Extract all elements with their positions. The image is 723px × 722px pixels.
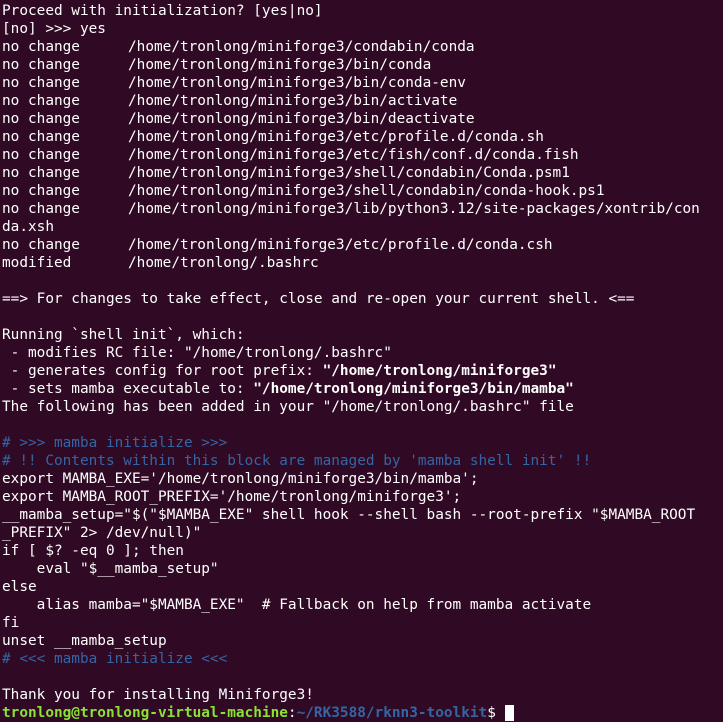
- added-notice: The following has been added in your "/h…: [2, 399, 574, 415]
- file-change-row: no change/home/tronlong/miniforge3/etc/p…: [2, 128, 723, 146]
- file-change-path: /home/tronlong/miniforge3/etc/fish/conf.…: [128, 147, 579, 163]
- answer-value: yes: [79, 21, 106, 37]
- bashrc-comment-line: # >>> mamba initialize >>>: [2, 435, 228, 451]
- shell-init-item-prefix: - sets mamba executable to:: [2, 381, 254, 397]
- prompt-separator: :: [287, 705, 297, 721]
- shell-init-item: - sets mamba executable to: "/home/tronl…: [2, 380, 723, 398]
- file-change-status: modified: [2, 255, 72, 271]
- file-change-status: no change: [2, 183, 80, 199]
- file-change-row: no change/home/tronlong/miniforge3/lib/p…: [2, 200, 723, 218]
- bashrc-code-line: fi: [2, 615, 20, 631]
- file-change-row: modified/home/tronlong/.bashrc: [2, 254, 723, 272]
- file-change-list: no change/home/tronlong/miniforge3/conda…: [2, 38, 723, 272]
- init-answer-line: [no] >>> yes: [2, 20, 723, 38]
- bashrc-code-line: export MAMBA_EXE='/home/tronlong/minifor…: [2, 471, 479, 487]
- file-change-row: no change/home/tronlong/miniforge3/etc/f…: [2, 146, 723, 164]
- bashrc-code-line: _PREFIX" 2> /dev/null)": [2, 525, 202, 541]
- shell-init-header: Running `shell init`, which:: [2, 327, 245, 343]
- file-change-path: /home/tronlong/miniforge3/etc/profile.d/…: [128, 237, 553, 253]
- file-change-row: no change/home/tronlong/miniforge3/conda…: [2, 38, 723, 56]
- file-change-row: no change/home/tronlong/miniforge3/bin/c…: [2, 74, 723, 92]
- bashrc-code-line: eval "$__mamba_setup": [2, 561, 219, 577]
- file-change-path: /home/tronlong/.bashrc: [128, 255, 319, 271]
- bashrc-code-line: else: [2, 579, 37, 595]
- bashrc-code-line: alias mamba="$MAMBA_EXE" # Fallback on h…: [2, 597, 592, 613]
- file-change-status: no change: [2, 93, 80, 109]
- answer-marker: [no] >>>: [2, 21, 80, 37]
- file-change-row: no change/home/tronlong/miniforge3/shell…: [2, 164, 723, 182]
- file-change-path: /home/tronlong/miniforge3/lib/python3.12…: [128, 201, 700, 217]
- file-change-path-wrap: da.xsh: [2, 219, 54, 235]
- file-change-path: /home/tronlong/miniforge3/condabin/conda: [128, 39, 475, 55]
- bashrc-code-line: export MAMBA_ROOT_PREFIX='/home/tronlong…: [2, 489, 462, 505]
- bashrc-comment-line: # <<< mamba initialize <<<: [2, 651, 228, 667]
- file-change-status: no change: [2, 147, 80, 163]
- file-change-row: no change/home/tronlong/miniforge3/bin/d…: [2, 110, 723, 128]
- file-change-path: /home/tronlong/miniforge3/bin/conda: [128, 57, 432, 73]
- terminal-window[interactable]: Proceed with initialization? [yes|no] [n…: [0, 0, 723, 722]
- bashrc-comment-line: # !! Contents within this block are mana…: [2, 453, 592, 469]
- file-change-path: /home/tronlong/miniforge3/bin/activate: [128, 93, 458, 109]
- file-change-status: no change: [2, 39, 80, 55]
- shell-init-item-value: "/home/tronlong/miniforge3": [322, 363, 557, 379]
- file-change-row: no change/home/tronlong/miniforge3/etc/p…: [2, 236, 723, 254]
- shell-init-item: - generates config for root prefix: "/ho…: [2, 362, 723, 380]
- file-change-path: /home/tronlong/miniforge3/bin/conda-env: [128, 75, 466, 91]
- init-question: Proceed with initialization? [yes|no]: [2, 3, 323, 19]
- file-change-row: no change/home/tronlong/miniforge3/shell…: [2, 182, 723, 200]
- shell-init-item-prefix: - generates config for root prefix:: [2, 363, 323, 379]
- file-change-row: no change/home/tronlong/miniforge3/bin/c…: [2, 56, 723, 74]
- shell-init-item: - modifies RC file: "/home/tronlong/.bas…: [2, 344, 723, 362]
- file-change-status: no change: [2, 111, 80, 127]
- file-change-row: no change/home/tronlong/miniforge3/bin/a…: [2, 92, 723, 110]
- effect-notice: ==> For changes to take effect, close an…: [2, 291, 635, 307]
- file-change-status: no change: [2, 237, 80, 253]
- shell-init-item-prefix: - modifies RC file:: [2, 345, 184, 361]
- file-change-status: no change: [2, 75, 80, 91]
- file-change-path: /home/tronlong/miniforge3/shell/condabin…: [128, 183, 605, 199]
- file-change-path: /home/tronlong/miniforge3/etc/profile.d/…: [128, 129, 544, 145]
- prompt-user-host: tronlong@tronlong-virtual-machine: [2, 705, 288, 721]
- thanks-message: Thank you for installing Miniforge3!: [2, 687, 314, 703]
- prompt-path: ~/RK3588/rknn3-toolkit: [296, 705, 488, 721]
- shell-init-item-value: "/home/tronlong/.bashrc": [183, 345, 392, 361]
- bashrc-code-line: unset __mamba_setup: [2, 633, 167, 649]
- file-change-path: /home/tronlong/miniforge3/shell/condabin…: [128, 165, 570, 181]
- file-change-status: no change: [2, 201, 80, 217]
- shell-prompt-line[interactable]: tronlong@tronlong-virtual-machine:~/RK35…: [2, 704, 723, 722]
- shell-init-item-value: "/home/tronlong/miniforge3/bin/mamba": [253, 381, 574, 397]
- file-change-status: no change: [2, 129, 80, 145]
- file-change-status: no change: [2, 165, 80, 181]
- prompt-symbol: $: [487, 705, 505, 721]
- bashrc-code-line: __mamba_setup="$("$MAMBA_EXE" shell hook…: [2, 507, 696, 523]
- file-change-path: /home/tronlong/miniforge3/bin/deactivate: [128, 111, 475, 127]
- file-change-status: no change: [2, 57, 80, 73]
- text-cursor[interactable]: [504, 705, 514, 721]
- bashrc-code-line: if [ $? -eq 0 ]; then: [2, 543, 184, 559]
